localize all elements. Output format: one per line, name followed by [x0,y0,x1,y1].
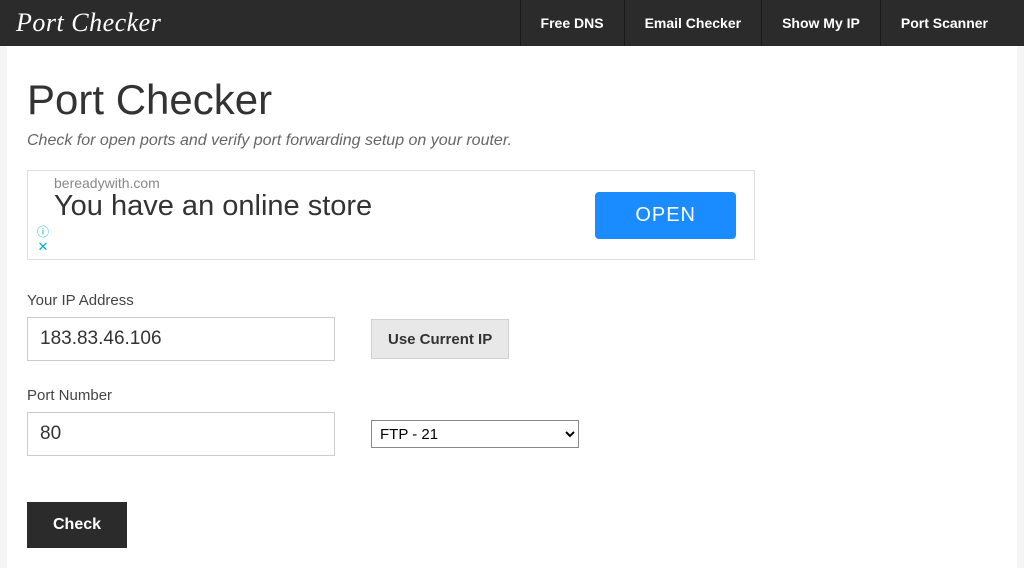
page-title: Port Checker [27,76,997,124]
ip-group: Your IP Address [27,292,335,361]
site-logo[interactable]: Port Checker [16,8,161,38]
page-subtitle: Check for open ports and verify port for… [27,132,997,150]
port-row: Port Number FTP - 21 [27,387,997,456]
nav-email-checker[interactable]: Email Checker [624,0,762,46]
ip-input[interactable] [27,317,335,361]
check-button[interactable]: Check [27,502,127,548]
port-label: Port Number [27,387,335,404]
ad-info-icon[interactable]: ⓘ [37,226,49,238]
nav-free-dns[interactable]: Free DNS [520,0,624,46]
nav-port-scanner[interactable]: Port Scanner [880,0,1008,46]
port-group: Port Number [27,387,335,456]
main-content: Port Checker Check for open ports and ve… [7,46,1017,568]
ad-left: ⓘ ✕ bereadywith.com You have an online s… [34,175,372,255]
ad-open-button[interactable]: OPEN [595,192,736,239]
nav-show-my-ip[interactable]: Show My IP [761,0,880,46]
header-bar: Port Checker Free DNS Email Checker Show… [0,0,1024,46]
ad-controls: ⓘ ✕ [34,175,52,255]
port-input[interactable] [27,412,335,456]
ad-domain: bereadywith.com [54,175,372,191]
ad-headline: You have an online store [54,191,372,223]
main-nav: Free DNS Email Checker Show My IP Port S… [520,0,1008,46]
use-current-ip-button[interactable]: Use Current IP [371,319,509,359]
ip-label: Your IP Address [27,292,335,309]
ad-text: bereadywith.com You have an online store [54,175,372,223]
port-preset-select[interactable]: FTP - 21 [371,420,579,448]
ad-banner: ⓘ ✕ bereadywith.com You have an online s… [27,170,755,260]
ad-close-icon[interactable]: ✕ [38,240,49,253]
ip-row: Your IP Address Use Current IP [27,292,997,361]
